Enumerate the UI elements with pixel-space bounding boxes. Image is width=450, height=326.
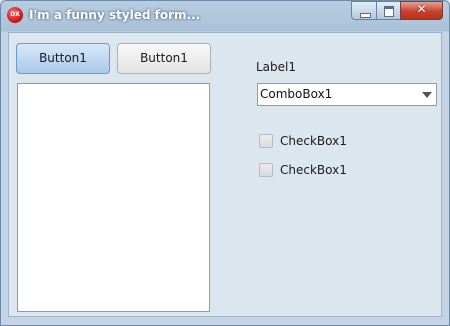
title-bar[interactable]: DX I'm a funny styled form... ✕ — [1, 1, 449, 31]
app-window: DX I'm a funny styled form... ✕ Button1 … — [0, 0, 450, 326]
chevron-down-icon[interactable] — [422, 92, 432, 98]
checkbox-box[interactable] — [259, 163, 273, 177]
checkbox-label: CheckBox1 — [280, 163, 347, 177]
checkbox-box[interactable] — [259, 134, 273, 148]
window-title: I'm a funny styled form... — [29, 8, 201, 22]
close-button[interactable]: ✕ — [400, 1, 443, 20]
form-client-area: Button1 Button1 Label1 ComboBox1 CheckBo… — [8, 32, 442, 317]
button1[interactable]: Button1 — [16, 43, 110, 74]
minimize-button[interactable] — [351, 1, 377, 20]
app-logo-icon[interactable]: DX — [7, 7, 23, 23]
checkbox-label: CheckBox1 — [280, 134, 347, 148]
combo-box-value: ComboBox1 — [260, 87, 333, 101]
button2[interactable]: Button1 — [117, 43, 211, 74]
checkbox2[interactable]: CheckBox1 — [259, 163, 379, 181]
list-box[interactable] — [17, 83, 210, 312]
maximize-button[interactable] — [376, 1, 401, 20]
combo-box[interactable]: ComboBox1 — [257, 83, 437, 106]
label1: Label1 — [256, 60, 297, 74]
checkbox1[interactable]: CheckBox1 — [259, 134, 379, 152]
close-icon: ✕ — [416, 2, 427, 16]
